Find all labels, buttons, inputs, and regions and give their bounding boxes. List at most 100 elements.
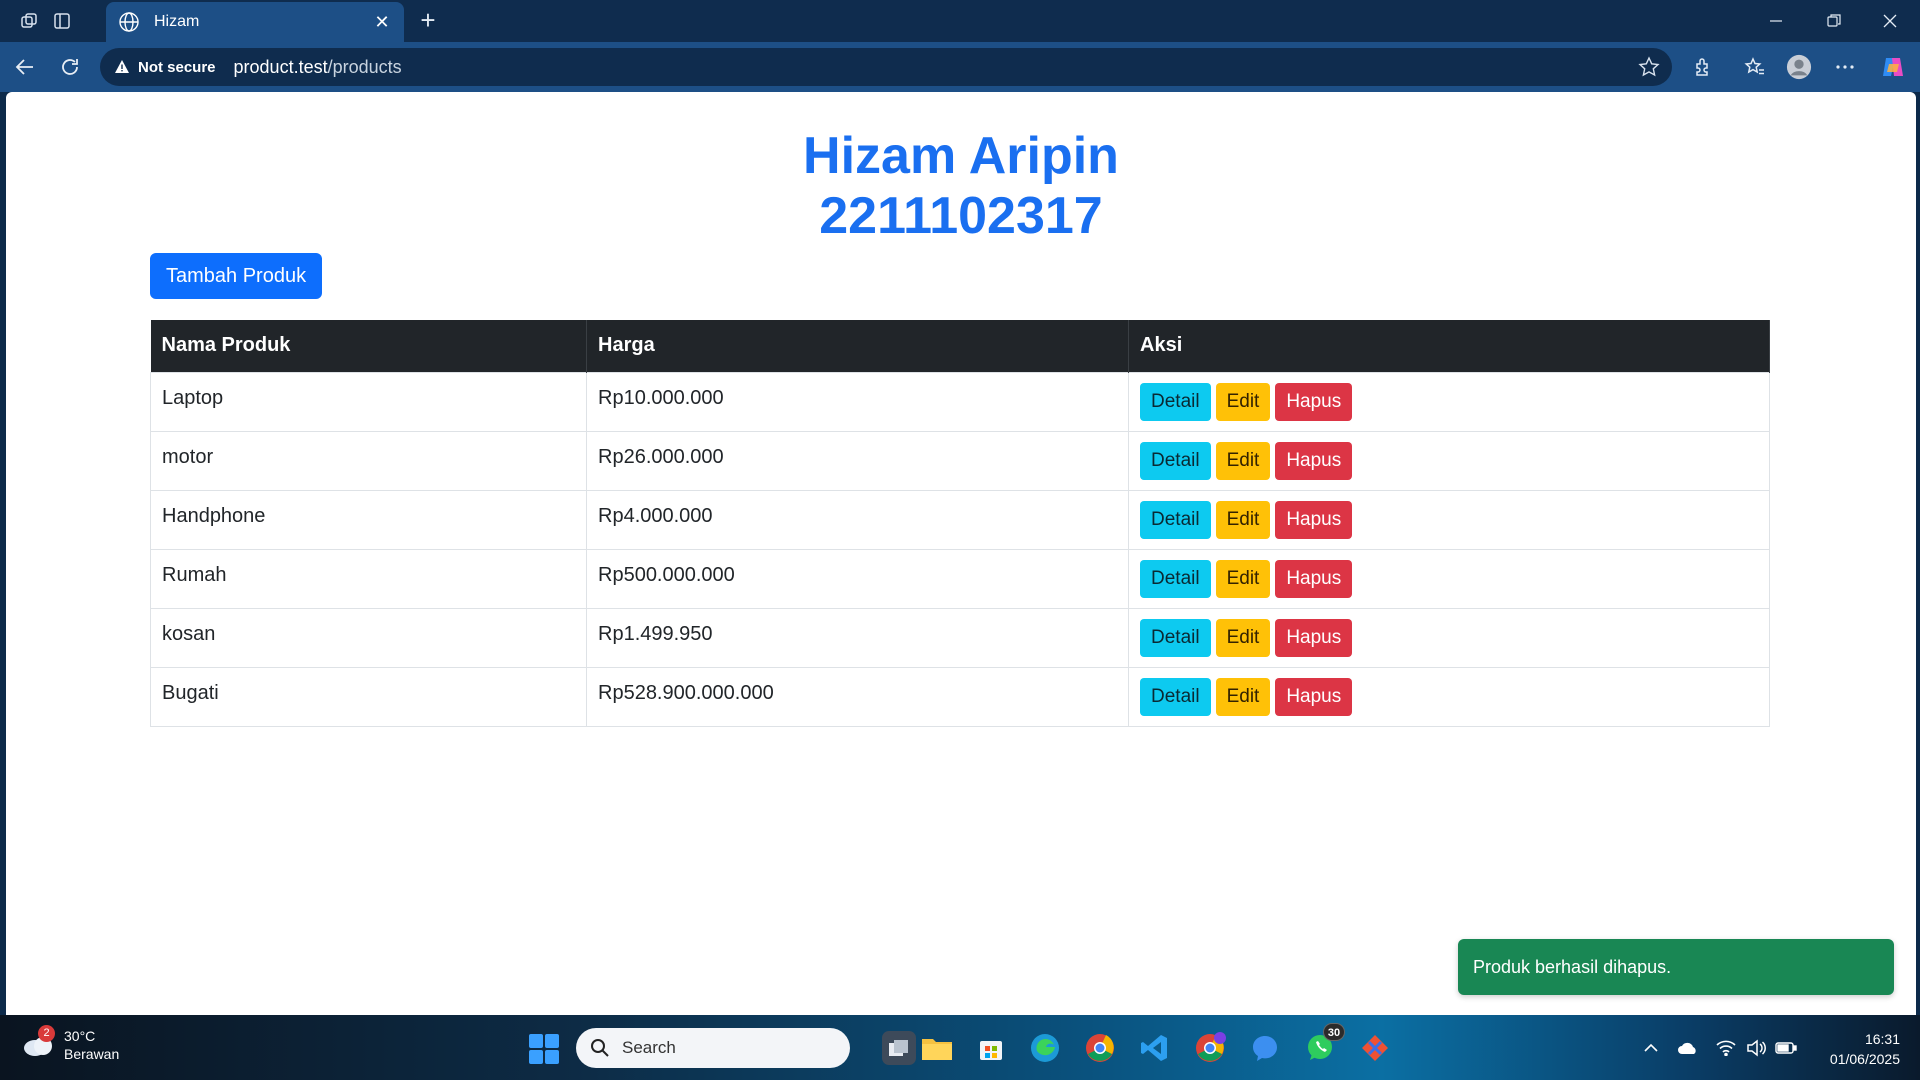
column-header-actions: Aksi xyxy=(1128,320,1770,372)
product-actions: Detail Edit Hapus xyxy=(1128,607,1770,668)
detail-button[interactable]: Detail xyxy=(1140,500,1211,539)
delete-button[interactable]: Hapus xyxy=(1275,441,1353,480)
profile-avatar-icon[interactable] xyxy=(1786,54,1812,80)
tab-hizam[interactable]: Hizam ✕ xyxy=(106,2,404,42)
products-table-body: Laptop Rp10.000.000 Detail Edit Hapus motor Rp… xyxy=(150,371,1770,727)
globe-icon xyxy=(118,11,140,33)
taskbar-search[interactable]: Search xyxy=(576,1028,850,1068)
whatsapp-badge: 30 xyxy=(1323,1023,1345,1041)
action-group: Detail Edit Hapus xyxy=(1140,382,1758,421)
action-group: Detail Edit Hapus xyxy=(1140,441,1758,480)
product-price: Rp528.900.000.000 xyxy=(586,666,1129,727)
onedrive-icon[interactable] xyxy=(1677,1037,1699,1059)
product-actions: Detail Edit Hapus xyxy=(1128,371,1770,432)
detail-button[interactable]: Detail xyxy=(1140,677,1211,716)
url-host: product.test xyxy=(233,56,328,77)
chrome-icon[interactable] xyxy=(1083,1031,1117,1065)
close-window-icon[interactable] xyxy=(1870,8,1910,34)
start-button[interactable] xyxy=(529,1034,559,1064)
edit-button[interactable]: Edit xyxy=(1215,559,1271,598)
detail-button[interactable]: Detail xyxy=(1140,441,1211,480)
minimize-icon[interactable] xyxy=(1756,8,1796,34)
warning-icon xyxy=(115,60,129,73)
start-tile xyxy=(529,1050,543,1064)
action-group: Detail Edit Hapus xyxy=(1140,618,1758,657)
wifi-icon[interactable] xyxy=(1715,1037,1737,1059)
start-tile xyxy=(529,1034,543,1048)
security-label: Not secure xyxy=(138,58,216,76)
success-toast: Produk berhasil dihapus. xyxy=(1458,939,1894,995)
copilot-icon[interactable] xyxy=(1880,54,1906,80)
volume-icon[interactable] xyxy=(1745,1037,1767,1059)
edit-button[interactable]: Edit xyxy=(1215,382,1271,421)
table-header-row: Nama Produk Harga Aksi xyxy=(150,320,1770,372)
edit-button[interactable]: Edit xyxy=(1215,500,1271,539)
product-name: motor xyxy=(150,430,587,491)
product-name: Bugati xyxy=(150,666,587,727)
tab-title: Hizam xyxy=(154,13,200,30)
weather-widget[interactable]: 2 30°C Berawan xyxy=(22,1025,120,1063)
refresh-icon[interactable] xyxy=(57,54,83,80)
favorite-star-icon[interactable] xyxy=(1638,56,1660,78)
new-tab-button[interactable]: + xyxy=(414,6,442,34)
product-actions: Detail Edit Hapus xyxy=(1128,430,1770,491)
tab-actions-icon[interactable] xyxy=(50,9,74,33)
whatsapp-icon[interactable]: 30 xyxy=(1303,1023,1345,1065)
column-header-name: Nama Produk xyxy=(150,320,587,372)
git-app-icon[interactable] xyxy=(1358,1031,1392,1065)
table-row: Laptop Rp10.000.000 Detail Edit Hapus xyxy=(150,371,1770,432)
favorites-icon[interactable] xyxy=(1742,54,1768,80)
more-options-icon[interactable] xyxy=(1832,54,1858,80)
chrome-profile-icon[interactable] xyxy=(1193,1031,1227,1065)
delete-button[interactable]: Hapus xyxy=(1275,677,1353,716)
add-product-button[interactable]: Tambah Produk xyxy=(150,253,323,299)
delete-button[interactable]: Hapus xyxy=(1275,618,1353,657)
detail-button[interactable]: Detail xyxy=(1140,382,1211,421)
column-header-price: Harga xyxy=(586,320,1129,372)
product-actions: Detail Edit Hapus xyxy=(1128,666,1770,727)
messenger-app-icon[interactable] xyxy=(1248,1031,1282,1065)
battery-icon[interactable] xyxy=(1775,1037,1797,1059)
weather-description: Berawan xyxy=(64,1046,120,1062)
system-clock[interactable]: 16:31 01/06/2025 xyxy=(1810,1029,1900,1069)
browser-tab-bar: Hizam ✕ + xyxy=(0,0,1920,42)
vscode-icon[interactable] xyxy=(1138,1031,1172,1065)
edit-button[interactable]: Edit xyxy=(1215,677,1271,716)
detail-button[interactable]: Detail xyxy=(1140,559,1211,598)
delete-button[interactable]: Hapus xyxy=(1275,500,1353,539)
task-view-icon[interactable] xyxy=(882,1031,916,1065)
edge-icon[interactable] xyxy=(1028,1031,1062,1065)
workspaces-icon[interactable] xyxy=(18,9,42,33)
product-price: Rp500.000.000 xyxy=(586,548,1129,609)
temperature: 30°C xyxy=(64,1028,96,1044)
file-explorer-icon[interactable] xyxy=(920,1031,954,1065)
table-row: Handphone Rp4.000.000 Detail Edit Hapus xyxy=(150,489,1770,550)
clock-date: 01/06/2025 xyxy=(1829,1051,1900,1067)
extensions-icon[interactable] xyxy=(1690,54,1716,80)
product-price: Rp26.000.000 xyxy=(586,430,1129,491)
address-bar[interactable]: Not secure product.test/products xyxy=(100,48,1672,86)
security-indicator[interactable]: Not secure xyxy=(114,59,216,76)
back-arrow-icon[interactable] xyxy=(12,54,38,80)
start-tile xyxy=(545,1034,559,1048)
product-name: Handphone xyxy=(150,489,587,550)
close-tab-icon[interactable]: ✕ xyxy=(372,12,392,32)
restore-icon[interactable] xyxy=(1814,8,1854,34)
table-row: Rumah Rp500.000.000 Detail Edit Hapus xyxy=(150,548,1770,609)
start-tile xyxy=(545,1050,559,1064)
edit-button[interactable]: Edit xyxy=(1215,618,1271,657)
detail-button[interactable]: Detail xyxy=(1140,618,1211,657)
delete-button[interactable]: Hapus xyxy=(1275,382,1353,421)
product-name: Laptop xyxy=(150,371,587,432)
edit-button[interactable]: Edit xyxy=(1215,441,1271,480)
cloud-icon: 2 xyxy=(22,1025,56,1057)
weather-badge: 2 xyxy=(38,1025,55,1042)
action-group: Detail Edit Hapus xyxy=(1140,677,1758,716)
clock-time: 16:31 xyxy=(1864,1031,1900,1047)
delete-button[interactable]: Hapus xyxy=(1275,559,1353,598)
product-price: Rp4.000.000 xyxy=(586,489,1129,550)
show-hidden-icons[interactable] xyxy=(1640,1037,1662,1059)
search-label: Search xyxy=(622,1038,676,1057)
microsoft-store-icon[interactable] xyxy=(974,1031,1008,1065)
product-name: kosan xyxy=(150,607,587,668)
